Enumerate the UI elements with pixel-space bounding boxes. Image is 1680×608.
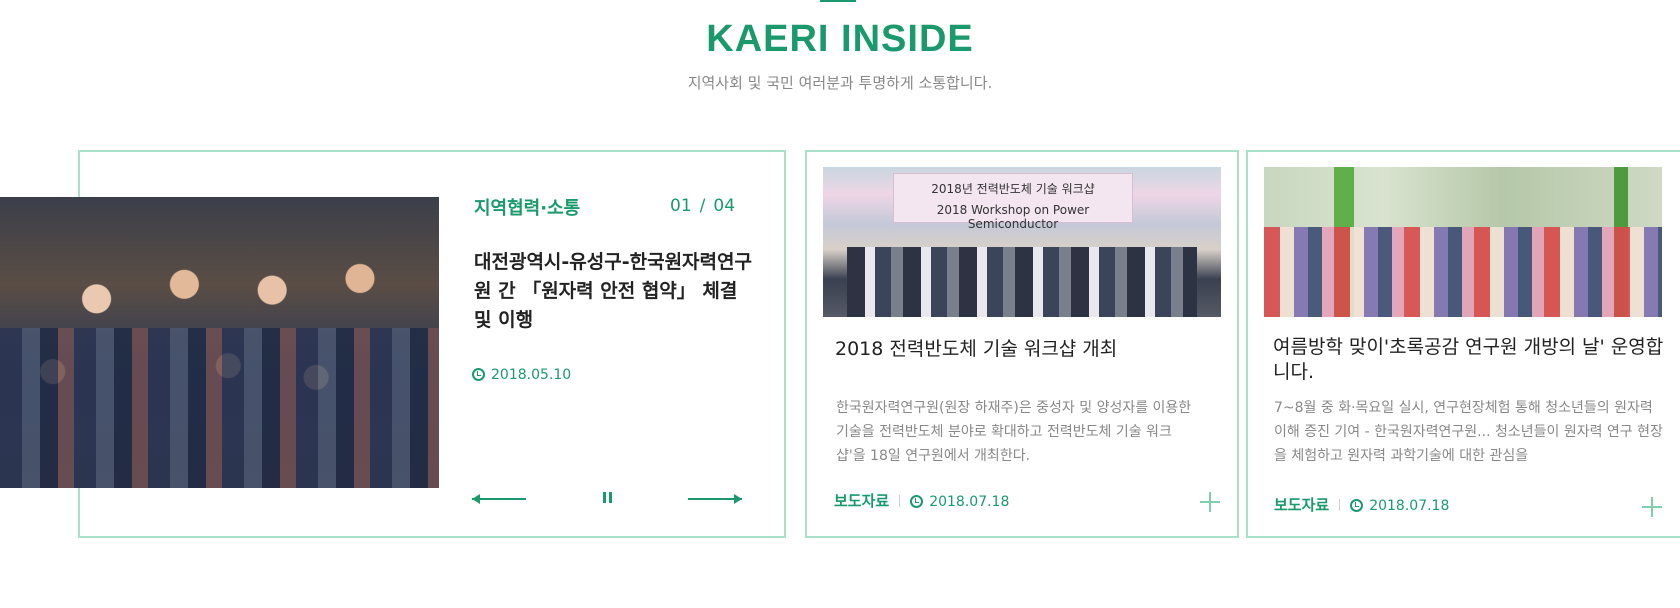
top-accent-line — [820, 0, 856, 2]
news-card-openday-photo[interactable] — [1264, 167, 1662, 317]
slide-counter-total: 04 — [713, 196, 736, 216]
news-card-openday-description: 7~8월 중 화·목요일 실시, 연구현장체험 통해 청소년들의 원자력 이해 … — [1274, 400, 1663, 464]
plus-icon[interactable] — [1642, 497, 1662, 517]
clock-icon — [910, 495, 924, 508]
featured-date-text: 2018.05.10 — [491, 367, 572, 383]
featured-photo[interactable] — [0, 197, 439, 488]
slider-pause-button[interactable] — [602, 490, 614, 508]
news-card-workshop-meta: 보도자료 2018.07.18 — [834, 490, 1009, 511]
featured-category: 지역협력·소통 — [474, 198, 581, 219]
news-card-openday-date: 2018.07.18 — [1369, 498, 1450, 514]
slider-next-button[interactable] — [688, 490, 742, 508]
workshop-banner-line1: 2018년 전력반도체 기술 워크샵 — [931, 182, 1095, 196]
featured-title-link[interactable]: 대전광역시-유성구-한국원자력연구원 간 「원자력 안전 협약」 체결 및 이행 — [474, 248, 754, 335]
news-card-workshop-description: 한국원자력연구원(원장 하재주)은 중성자 및 양성자를 이용한 기술을 전력반… — [836, 400, 1192, 464]
slide-counter-separator: / — [699, 196, 706, 216]
workshop-banner: 2018년 전력반도체 기술 워크샵 2018 Workshop on Powe… — [893, 173, 1133, 231]
meta-divider — [899, 495, 901, 507]
openday-photo-children — [1264, 227, 1662, 317]
clock-icon — [472, 368, 485, 381]
slide-counter-current: 01 — [670, 196, 692, 216]
news-card-workshop-tag: 보도자료 — [834, 492, 890, 510]
slide-counter: 01 / 04 — [670, 196, 735, 216]
section-subtitle: 지역사회 및 국민 여러분과 투명하게 소통합니다. — [687, 74, 993, 92]
workshop-banner-line2: 2018 Workshop on Power Semiconductor — [936, 203, 1090, 231]
featured-photo-crowd — [0, 327, 439, 488]
plus-icon[interactable] — [1200, 492, 1220, 512]
news-card-workshop-date: 2018.07.18 — [929, 494, 1010, 510]
news-card-workshop-title[interactable]: 2018 전력반도체 기술 워크샵 개최 — [835, 337, 1225, 362]
section-title: KAERI INSIDE — [706, 18, 974, 60]
workshop-attendees — [847, 247, 1197, 317]
featured-date: 2018.05.10 — [472, 367, 571, 383]
clock-icon — [1350, 499, 1364, 512]
news-card-openday-tag: 보도자료 — [1274, 496, 1330, 514]
news-card-workshop-photo[interactable]: 2018년 전력반도체 기술 워크샵 2018 Workshop on Powe… — [823, 167, 1221, 317]
meta-divider — [1339, 499, 1341, 511]
news-card-openday-title[interactable]: 여름방학 맞이'초록공감 연구원 개방의 날' 운영합니다. — [1273, 335, 1673, 385]
news-card-openday-meta: 보도자료 2018.07.18 — [1274, 494, 1449, 515]
slider-prev-button[interactable] — [472, 490, 526, 508]
